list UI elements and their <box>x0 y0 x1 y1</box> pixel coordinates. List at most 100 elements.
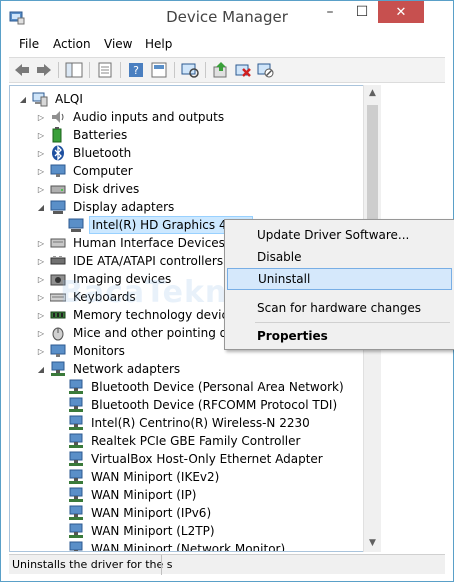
monitor-icon <box>50 344 66 357</box>
network-adapter-icon <box>69 523 83 538</box>
tree-item-network-device[interactable]: WAN Miniport (L2TP) <box>54 522 217 540</box>
tree-item-ide[interactable]: ▷ IDE ATA/ATAPI controllers <box>36 252 225 270</box>
collapse-icon[interactable]: ◢ <box>36 202 46 212</box>
expand-icon[interactable]: ▷ <box>36 328 46 338</box>
collapse-icon[interactable]: ◢ <box>18 94 28 104</box>
tree-item-network-device[interactable]: VirtualBox Host-Only Ethernet Adapter <box>54 450 325 468</box>
tree-item-label: Keyboards <box>73 290 136 304</box>
tree-item-intel-hd-graphics[interactable]: Intel(R) HD Graphics 4000 <box>54 216 253 234</box>
tree-item-network-device[interactable]: Bluetooth Device (RFCOMM Protocol TDI) <box>54 396 339 414</box>
battery-icon <box>52 127 62 143</box>
tree-item-network-adapters[interactable]: ◢ Network adapters <box>36 360 182 378</box>
tree-item-network-device[interactable]: WAN Miniport (Network Monitor) <box>54 540 287 552</box>
bluetooth-icon <box>52 145 64 161</box>
tree-item-network-device[interactable]: WAN Miniport (IP) <box>54 486 198 504</box>
expand-icon[interactable]: ▷ <box>36 184 46 194</box>
menu-help[interactable]: Help <box>145 37 172 51</box>
tree-item-monitors[interactable]: ▷ Monitors <box>36 342 127 360</box>
tree-item-label: WAN Miniport (IP) <box>91 488 197 502</box>
tree-item-display-adapters[interactable]: ◢ Display adapters <box>36 198 176 216</box>
disable-icon[interactable] <box>255 61 275 79</box>
speaker-icon <box>52 111 64 123</box>
tree-item-bluetooth[interactable]: ▷ Bluetooth <box>36 144 133 162</box>
tree-item-network-device[interactable]: Bluetooth Device (Personal Area Network) <box>54 378 346 396</box>
hid-icon <box>50 238 66 248</box>
tree-item-network-device[interactable]: Intel(R) Centrino(R) Wireless-N 2230 <box>54 414 312 432</box>
tree-item-memory-technology[interactable]: ▷ Memory technology devices <box>36 306 244 324</box>
disk-drive-icon <box>50 185 66 194</box>
uninstall-icon[interactable] <box>233 61 253 79</box>
network-adapter-icon <box>69 451 83 466</box>
menu-uninstall[interactable]: Uninstall <box>227 268 452 290</box>
keyboard-icon <box>50 293 66 302</box>
tree-item-hid[interactable]: ▷ Human Interface Devices <box>36 234 227 252</box>
menu-separator <box>255 322 450 323</box>
tree-item-label: Human Interface Devices <box>73 236 225 250</box>
title-bar[interactable]: Device Manager – ☐ ✕ <box>1 1 453 35</box>
scrollbar-thumb[interactable] <box>367 105 378 225</box>
toolbar-separator <box>205 62 206 78</box>
network-adapter-icon <box>51 361 65 376</box>
tree-item-network-device[interactable]: WAN Miniport (IPv6) <box>54 504 213 522</box>
tree-item-label: Bluetooth Device (Personal Area Network) <box>91 380 344 394</box>
tree-item-keyboards[interactable]: ▷ Keyboards <box>36 288 138 306</box>
tree-item-network-device[interactable]: WAN Miniport (IKEv2) <box>54 468 221 486</box>
expand-icon[interactable]: ▷ <box>36 166 46 176</box>
expand-icon[interactable]: ▷ <box>36 346 46 356</box>
menu-properties[interactable]: Properties <box>227 325 452 347</box>
show-hide-tree-icon[interactable] <box>64 61 84 79</box>
menu-file[interactable]: File <box>19 37 39 51</box>
tree-root[interactable]: ◢ ALQI <box>18 90 85 108</box>
network-adapter-icon <box>69 469 83 484</box>
help-icon[interactable]: ? <box>126 61 146 79</box>
tree-item-label: Batteries <box>73 128 128 142</box>
maximize-button[interactable]: ☐ <box>347 1 377 23</box>
tree-item-batteries[interactable]: ▷ Batteries <box>36 126 129 144</box>
expand-icon[interactable]: ▷ <box>36 238 46 248</box>
tree-item-imaging[interactable]: ▷ Imaging devices <box>36 270 173 288</box>
action-icon[interactable] <box>149 61 169 79</box>
tree-item-label: Network adapters <box>73 362 181 376</box>
status-divider <box>161 555 162 575</box>
back-icon[interactable] <box>12 61 32 79</box>
forward-icon[interactable] <box>34 61 54 79</box>
expand-icon[interactable]: ▷ <box>36 310 46 320</box>
tree-item-label: WAN Miniport (Network Monitor) <box>91 542 286 552</box>
minimize-button[interactable]: – <box>315 1 345 23</box>
status-text: Uninstalls the driver for the s <box>12 558 173 571</box>
menu-bar: File Action View Help <box>9 35 445 55</box>
scroll-up-icon[interactable]: ▲ <box>364 85 381 102</box>
toolbar-separator <box>120 62 121 78</box>
tree-item-network-device[interactable]: Realtek PCIe GBE Family Controller <box>54 432 302 450</box>
network-adapter-icon <box>69 397 83 412</box>
menu-view[interactable]: View <box>104 37 132 51</box>
network-adapter-icon <box>69 505 83 520</box>
tree-item-audio[interactable]: ▷ Audio inputs and outputs <box>36 108 226 126</box>
scan-hardware-icon[interactable] <box>180 61 200 79</box>
expand-icon[interactable]: ▷ <box>36 148 46 158</box>
expand-icon[interactable]: ▷ <box>36 274 46 284</box>
close-button[interactable]: ✕ <box>378 1 424 23</box>
status-bar: Uninstalls the driver for the s <box>9 554 445 575</box>
tree-item-disk-drives[interactable]: ▷ Disk drives <box>36 180 141 198</box>
tree-item-label: Imaging devices <box>73 272 172 286</box>
menu-action[interactable]: Action <box>53 37 91 51</box>
expand-icon[interactable]: ▷ <box>36 292 46 302</box>
tree-item-label: Monitors <box>73 344 125 358</box>
tree-item-computer[interactable]: ▷ Computer <box>36 162 135 180</box>
monitor-icon <box>50 164 66 177</box>
properties-icon[interactable] <box>95 61 115 79</box>
collapse-icon[interactable]: ◢ <box>36 364 46 374</box>
scroll-down-icon[interactable]: ▼ <box>364 535 381 552</box>
menu-scan-hardware[interactable]: Scan for hardware changes <box>227 297 452 319</box>
computer-icon <box>32 92 48 107</box>
menu-update-driver[interactable]: Update Driver Software... <box>227 224 452 246</box>
tree-item-label: VirtualBox Host-Only Ethernet Adapter <box>91 452 323 466</box>
expand-icon[interactable]: ▷ <box>36 130 46 140</box>
tree-item-label: WAN Miniport (IKEv2) <box>91 470 220 484</box>
expand-icon[interactable]: ▷ <box>36 112 46 122</box>
expand-icon[interactable]: ▷ <box>36 256 46 266</box>
menu-disable[interactable]: Disable <box>227 246 452 268</box>
display-adapter-icon <box>50 200 66 214</box>
update-driver-icon[interactable] <box>211 61 231 79</box>
